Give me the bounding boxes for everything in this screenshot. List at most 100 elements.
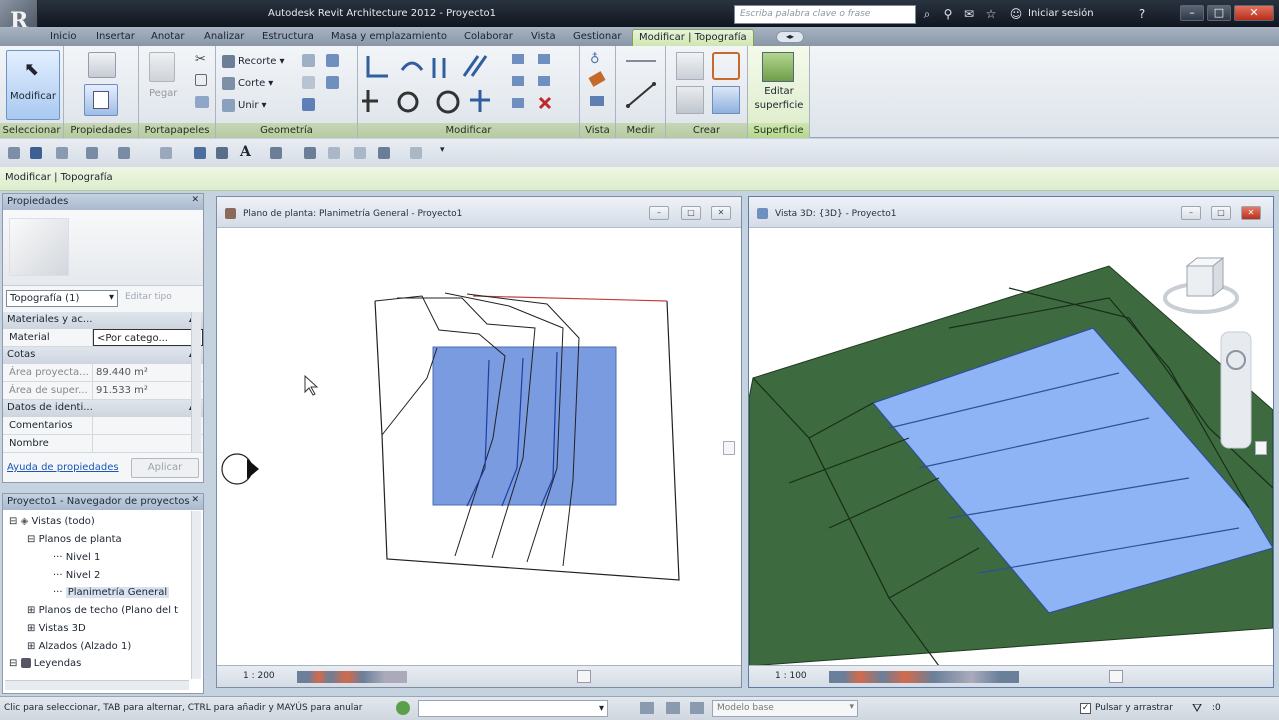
favorites-star-icon[interactable]: ☆	[984, 7, 998, 21]
type-properties-icon[interactable]	[88, 52, 116, 78]
maximize-button[interactable]: □	[1207, 5, 1231, 21]
tree-item-nivel-2[interactable]: ··· Nivel 2	[53, 570, 100, 581]
active-option-icon[interactable]	[690, 702, 704, 714]
minimize-view-button[interactable]: –	[649, 206, 669, 220]
tab-inicio[interactable]: Inicio	[44, 29, 82, 46]
undo-icon[interactable]	[86, 147, 98, 159]
editing-requests-icon[interactable]	[640, 702, 654, 714]
vertical-scroll-handle[interactable]	[1255, 441, 1267, 455]
browser-hscrollbar[interactable]	[5, 680, 189, 690]
edit-surface-label-2[interactable]: superficie	[750, 100, 808, 111]
properties-help-link[interactable]: Ayuda de propiedades	[7, 462, 119, 473]
tree-item-floor-plans[interactable]: ⊟ Planos de planta	[27, 534, 122, 545]
properties-button[interactable]	[84, 84, 118, 116]
print-icon[interactable]	[160, 147, 172, 159]
modify-button[interactable]: ⬉ Modificar	[6, 50, 60, 120]
tab-estructura[interactable]: Estructura	[256, 29, 320, 46]
3d-canvas[interactable]	[749, 228, 1273, 666]
aligned-dimension-icon[interactable]	[624, 80, 658, 110]
tab-anotar[interactable]: Anotar	[145, 29, 190, 46]
paste-icon[interactable]	[149, 52, 175, 82]
tab-analizar[interactable]: Analizar	[198, 29, 250, 46]
tab-gestionar[interactable]: Gestionar	[567, 29, 628, 46]
plan-scale[interactable]: 1 : 200	[243, 671, 275, 681]
split-face-icon[interactable]	[326, 54, 339, 67]
workset-dropdown[interactable]: ▾	[418, 700, 608, 717]
viewcube-icon[interactable]	[1163, 256, 1239, 314]
dimension-icon[interactable]	[216, 147, 228, 159]
create-group-icon[interactable]	[676, 86, 704, 114]
communication-icon[interactable]: ✉	[962, 7, 976, 21]
edit-surface-label-1[interactable]: Editar	[750, 86, 808, 97]
create-similar-icon[interactable]	[712, 86, 740, 114]
tree-item-3d-views[interactable]: ⊞ Vistas 3D	[27, 623, 86, 634]
edit-type-button[interactable]: Editar tipo	[125, 292, 172, 302]
hide-icon[interactable]	[590, 96, 604, 106]
ribbon-toggle-icon[interactable]: ◂▸	[776, 31, 804, 43]
type-selector-dropdown[interactable]: Topografía (1) ▾	[6, 290, 118, 307]
section-icon[interactable]	[304, 147, 316, 159]
join-button[interactable]: Unir ▾	[222, 96, 267, 114]
close-hidden-icon[interactable]	[354, 147, 366, 159]
close-view-button[interactable]: ✕	[1241, 206, 1261, 220]
tree-item-views[interactable]: ⊟ ◈ Vistas (todo)	[9, 516, 95, 527]
close-view-button[interactable]: ✕	[711, 206, 731, 220]
comments-value[interactable]	[93, 417, 203, 434]
cut-geometry-button[interactable]: Corte ▾	[222, 74, 273, 92]
design-options-icon[interactable]	[666, 702, 680, 714]
switch-windows-icon[interactable]	[378, 147, 390, 159]
section-cotas[interactable]: Cotas▲	[3, 347, 203, 364]
cope-button[interactable]: Recorte ▾	[222, 52, 284, 70]
view-control-icons[interactable]	[297, 671, 407, 683]
remove-paint-icon[interactable]	[302, 98, 315, 111]
binoculars-icon[interactable]: ⌕	[920, 7, 934, 21]
subscription-icon[interactable]: ⚲	[941, 7, 955, 21]
tab-masa[interactable]: Masa y emplazamiento	[325, 29, 453, 46]
properties-scrollbar[interactable]	[191, 312, 201, 452]
redo-icon[interactable]	[118, 147, 130, 159]
create-assembly-icon[interactable]	[676, 52, 704, 80]
search-input[interactable]: Escriba palabra clave o frase	[734, 5, 916, 24]
tree-item-elevations[interactable]: ⊞ Alzados (Alzado 1)	[27, 641, 131, 652]
close-icon[interactable]: ✕	[191, 195, 199, 205]
tree-item-nivel-1[interactable]: ··· Nivel 1	[53, 552, 100, 563]
tree-item-ceiling-plans[interactable]: ⊞ Planos de techo (Plano del t	[27, 605, 178, 616]
horizontal-scroll-handle[interactable]	[1109, 670, 1123, 683]
customize-icon[interactable]	[410, 147, 422, 159]
name-value[interactable]	[93, 435, 203, 452]
sync-icon[interactable]	[56, 147, 68, 159]
match-properties-icon[interactable]	[195, 96, 209, 108]
copy-icon[interactable]	[195, 74, 207, 86]
help-icon[interactable]: ?	[1135, 7, 1149, 21]
close-button[interactable]: ✕	[1234, 5, 1274, 21]
tab-vista[interactable]: Vista	[525, 29, 562, 46]
tab-insertar[interactable]: Insertar	[90, 29, 141, 46]
edit-surface-icon[interactable]	[762, 52, 794, 82]
browser-scrollbar[interactable]	[191, 511, 201, 679]
tree-item-planimetria[interactable]: ··· Planimetría General	[53, 587, 170, 598]
linework-icon[interactable]	[588, 71, 606, 87]
section-identity[interactable]: Datos de identi...▲	[3, 400, 203, 417]
sign-in-button[interactable]: Iniciar sesión	[1028, 8, 1094, 19]
tab-modificar-topografia[interactable]: Modificar | Topografía	[632, 29, 754, 46]
close-icon[interactable]: ✕	[191, 495, 199, 505]
minimize-view-button[interactable]: –	[1181, 206, 1201, 220]
3d-scale[interactable]: 1 : 100	[775, 671, 807, 681]
cut-icon[interactable]: ✂	[195, 52, 206, 67]
design-option-dropdown[interactable]: Modelo base ▾	[712, 700, 858, 717]
wall-joins-icon[interactable]	[302, 54, 315, 67]
vertical-scroll-handle[interactable]	[723, 441, 735, 455]
navigation-bar[interactable]	[1220, 331, 1252, 449]
3d-view-window[interactable]: Vista 3D: {3D} - Proyecto1 – □ ✕ 1 : 100	[748, 196, 1274, 688]
worksharing-icon[interactable]	[396, 701, 410, 715]
plan-canvas[interactable]	[217, 228, 741, 666]
open-icon[interactable]	[8, 147, 20, 159]
tree-item-legends[interactable]: ⊟ Leyendas	[9, 658, 81, 669]
apply-button[interactable]: Aplicar	[131, 458, 199, 478]
plan-view-window[interactable]: Plano de planta: Planimetría General - P…	[216, 196, 742, 688]
paint-icon[interactable]	[302, 76, 315, 89]
chevron-down-icon[interactable]: ▾	[440, 145, 445, 155]
demolish-icon[interactable]	[326, 76, 339, 89]
minimize-button[interactable]: –	[1180, 5, 1204, 21]
tab-colaborar[interactable]: Colaborar	[458, 29, 519, 46]
